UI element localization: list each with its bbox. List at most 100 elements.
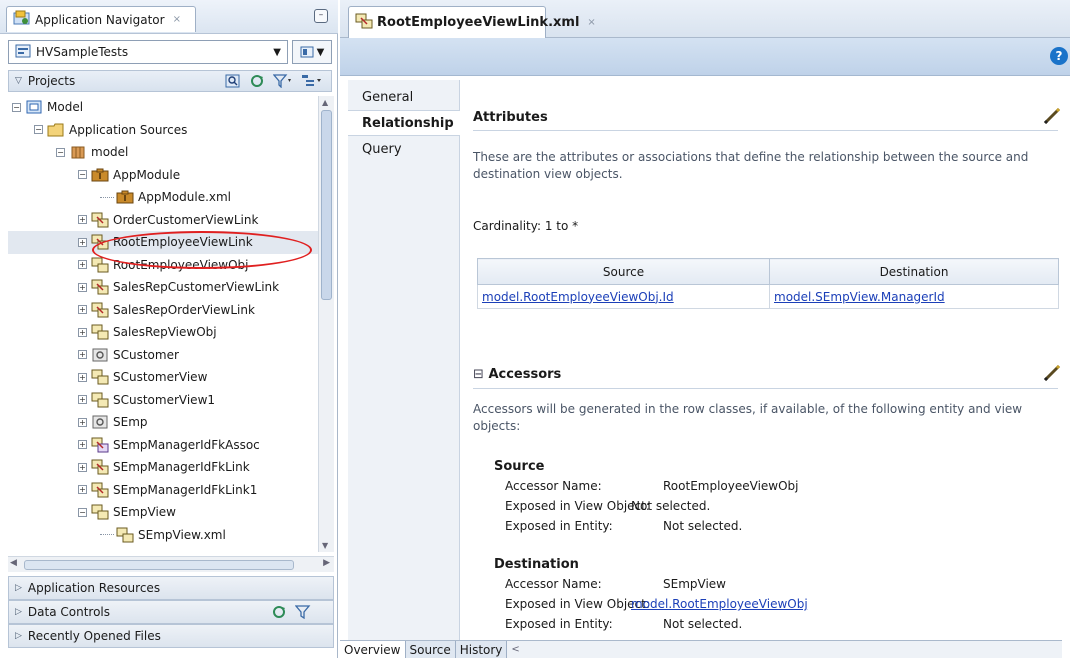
destination-cell[interactable]: model.SEmpView.ManagerId [769,284,1059,309]
projects-header[interactable]: ▽ Projects [8,70,332,92]
recently-opened-files-header[interactable]: ▷ Recently Opened Files [8,624,334,648]
source-cell[interactable]: model.RootEmployeeViewObj.Id [477,284,770,309]
search-icon[interactable] [225,74,241,88]
table-row[interactable]: model.RootEmployeeViewObj.Id model.SEmpV… [477,284,1059,309]
tab-relationship[interactable]: Relationship [348,110,460,136]
collapse-icon[interactable]: − [78,170,87,180]
scroll-down-icon[interactable]: ▼ [322,541,328,550]
accessors-description: Accessors will be generated in the row c… [473,402,1023,433]
tree-item[interactable]: + SCustomerView [8,366,318,389]
expand-icon[interactable]: + [78,462,87,472]
tree-item-label: Model [47,100,84,115]
tab-history[interactable]: History [455,641,508,658]
expand-icon[interactable]: + [78,350,87,360]
expand-icon[interactable]: + [78,305,87,315]
entity-icon [91,347,109,363]
view-object-icon [91,392,109,408]
tree-options-icon[interactable] [301,74,323,88]
column-header-destination[interactable]: Destination [769,258,1059,285]
tree-item[interactable]: AppModule.xml [8,186,318,209]
tree-item[interactable]: + RootEmployeeViewLink [8,231,318,254]
edit-pencil-icon[interactable] [1042,363,1062,383]
destination-attribute-link[interactable]: model.SEmpView.ManagerId [774,290,945,304]
scroll-right-icon[interactable]: ▶ [323,558,330,568]
tree-item[interactable]: + SEmpManagerIdFkLink [8,456,318,479]
package-icon [69,144,87,160]
tab-query[interactable]: Query [348,136,459,162]
tab-general[interactable]: General [348,84,459,110]
tree-item-label: RootEmployeeViewLink [113,235,253,250]
tree-item[interactable]: + SEmpManagerIdFkAssoc [8,434,318,457]
scroll-left-icon[interactable]: < [511,641,519,658]
expand-icon[interactable]: + [78,485,87,495]
project-icon [25,99,43,115]
expand-icon[interactable]: + [78,417,87,427]
tree-item[interactable]: SEmpView.xml [8,524,318,547]
collapse-icon[interactable]: − [56,147,65,157]
tree-item[interactable]: + SEmp [8,411,318,434]
data-controls-header[interactable]: ▷ Data Controls [8,600,334,624]
view-link-icon [91,279,109,295]
tree-item[interactable]: + SEmpManagerIdFkLink1 [8,479,318,502]
collapse-icon[interactable]: − [34,125,43,135]
tree-item-label: SEmpManagerIdFkAssoc [113,437,260,452]
expand-icon[interactable]: + [78,372,87,382]
tree-item[interactable]: + SCustomer [8,344,318,367]
application-menu-button[interactable]: ▼ [292,40,332,64]
collapse-icon[interactable]: − [12,102,21,112]
expand-icon[interactable]: + [78,282,87,292]
tree-item[interactable]: + OrderCustomerViewLink [8,209,318,232]
tab-overview[interactable]: Overview [340,641,406,658]
expand-icon[interactable]: + [78,237,87,247]
tree-item-label: Application Sources [69,122,188,137]
edit-pencil-icon[interactable] [1042,106,1062,126]
tab-application-navigator[interactable]: Application Navigator × [6,6,196,32]
expand-triangle-icon: ▷ [15,583,22,593]
tree-item[interactable]: − model [8,141,318,164]
collapse-toggle-icon[interactable]: ⊟ [473,367,484,382]
scroll-left-icon[interactable]: ◀ [10,558,17,568]
collapse-icon[interactable]: − [78,507,87,517]
filter-icon[interactable] [295,605,311,619]
exposed-view-object-link[interactable]: model.RootEmployeeViewObj [631,597,808,611]
tab-root-employee-view-link[interactable]: RootEmployeeViewLink.xml × [348,6,596,38]
cardinality: Cardinality: 1 to * [473,219,578,233]
scroll-up-icon[interactable]: ▲ [322,98,328,107]
tree-item[interactable]: − AppModule [8,164,318,187]
accessors-header[interactable]: ⊟ Accessors [473,367,561,382]
tree-item[interactable]: + SalesRepOrderViewLink [8,299,318,322]
expand-icon[interactable]: + [78,395,87,405]
tree-item[interactable]: + SalesRepViewObj [8,321,318,344]
tree-item[interactable]: − SEmpView [8,501,318,524]
expand-icon[interactable]: + [78,327,87,337]
scrollbar-thumb[interactable] [321,110,332,300]
refresh-icon[interactable] [271,605,287,619]
column-header-source[interactable]: Source [477,258,770,285]
application-resources-header[interactable]: ▷ Application Resources [8,576,334,600]
close-icon[interactable]: × [173,14,181,25]
source-attribute-link[interactable]: model.RootEmployeeViewObj.Id [482,290,674,304]
expand-icon[interactable]: + [78,260,87,270]
tree-item[interactable]: + RootEmployeeViewObj [8,254,318,277]
destination-exposed-entity-row: Exposed in Entity: Not selected. [495,614,808,634]
expand-icon[interactable]: + [78,440,87,450]
field-value: SEmpView [663,577,726,591]
help-icon[interactable]: ? [1050,47,1068,65]
field-label: Exposed in Entity: [505,617,613,631]
minimize-button[interactable]: – [314,9,328,23]
tree-vertical-scrollbar[interactable]: ▲ ▼ [318,96,334,552]
tree-item[interactable]: − Model [8,96,318,119]
project-select[interactable]: HVSampleTests ▼ [8,40,288,64]
refresh-icon[interactable] [249,74,265,88]
expand-icon[interactable]: + [78,215,87,225]
scrollbar-thumb[interactable] [24,560,294,570]
tree-item[interactable]: + SalesRepCustomerViewLink [8,276,318,299]
relationship-table: Source Destination model.RootEmployeeVie… [477,258,1059,309]
filter-icon[interactable] [273,74,293,88]
tab-source[interactable]: Source [405,641,456,658]
close-icon[interactable]: × [587,17,595,28]
tree-horizontal-scrollbar[interactable]: ◀ ▶ [8,556,334,572]
view-link-icon [355,13,373,32]
tree-item[interactable]: + SCustomerView1 [8,389,318,412]
tree-item[interactable]: − Application Sources [8,119,318,142]
